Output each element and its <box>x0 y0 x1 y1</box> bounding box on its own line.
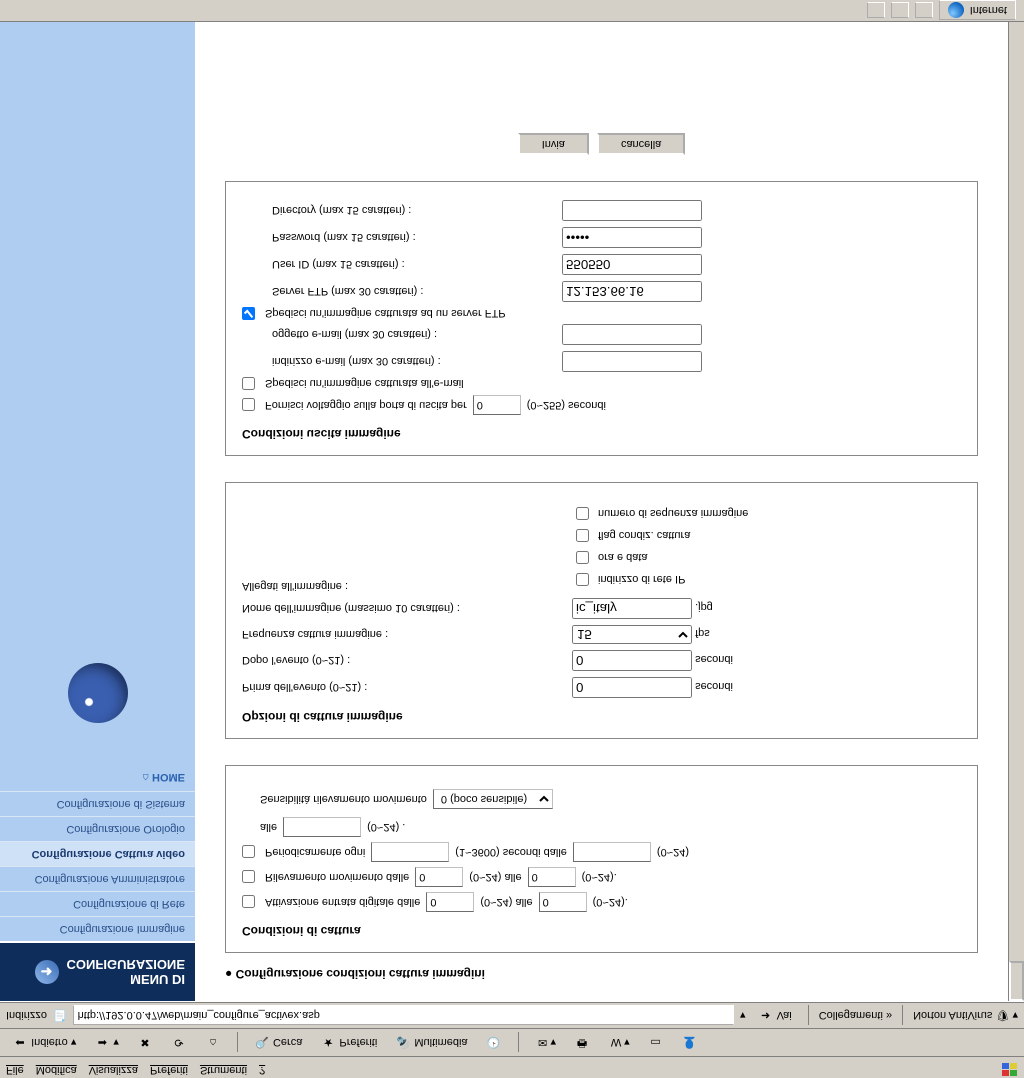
sidebar-item-capture-video[interactable]: Configurazione Cattura video <box>0 841 195 866</box>
capture-conditions-title: Condizioni di cattura <box>242 924 961 938</box>
attach-datetime-checkbox[interactable] <box>576 551 589 564</box>
status-bar: Internet <box>0 0 1024 22</box>
mail-button[interactable]: ✉▾ <box>529 1034 563 1051</box>
content: Configurazione condizioni cattura immagi… <box>195 22 1008 1001</box>
home-link[interactable]: ⌂ HOME <box>0 763 195 791</box>
home-button[interactable]: ⌂ <box>199 1035 227 1051</box>
logo-area <box>0 22 195 763</box>
scrollbar-thumb[interactable] <box>1009 961 1024 1001</box>
sidebar-header: MENU DI CONFIGURAZIONE ➜ <box>0 943 195 1001</box>
menubar: File Modifica Visualizza Preferiti Strum… <box>0 1056 1024 1078</box>
capture-options-box: Opzioni di cattura immagine Prima dell'e… <box>225 482 978 739</box>
cancel-button[interactable]: cancella <box>597 133 685 155</box>
internet-zone-icon <box>948 3 964 19</box>
menu-file[interactable]: File <box>6 1059 24 1076</box>
vertical-scrollbar[interactable] <box>1008 22 1024 1001</box>
voltage-checkbox[interactable] <box>242 399 255 412</box>
favorites-button[interactable]: ★ Preferiti <box>314 1034 383 1051</box>
sidebar-item-network[interactable]: Configurazione di Rete <box>0 891 195 916</box>
periodic-from[interactable] <box>573 842 651 862</box>
image-output-title: Condizioni uscita immagine <box>242 427 961 441</box>
history-button[interactable]: 🕑 <box>480 1034 508 1051</box>
send-email-checkbox[interactable] <box>242 377 255 390</box>
address-input[interactable] <box>73 1006 734 1026</box>
back-button[interactable]: ⬅ Indietro ▾ <box>6 1034 82 1051</box>
voltage-seconds-input[interactable] <box>473 395 521 415</box>
home-icon: ⌂ <box>142 771 149 783</box>
forward-button[interactable]: ➡ ▾ <box>88 1034 125 1051</box>
camera-logo-icon <box>68 663 128 723</box>
capture-options-title: Opzioni di cattura immagine <box>242 710 961 724</box>
digital-input-from[interactable] <box>426 892 474 912</box>
go-button[interactable]: ➜ Vai <box>752 1007 798 1024</box>
ie-page-icon: 📄 <box>53 1009 67 1022</box>
ftp-server-input[interactable] <box>562 281 702 302</box>
ftp-directory-input[interactable] <box>562 200 702 221</box>
links-label[interactable]: Collegamenti » <box>819 1010 892 1022</box>
menu-tools[interactable]: Strumenti <box>200 1059 247 1076</box>
address-label: Indirizzo <box>6 1010 47 1022</box>
menu-edit[interactable]: Modifica <box>36 1059 77 1076</box>
status-cell <box>891 3 909 19</box>
sidebar-item-admin[interactable]: Configurazione Amministratore <box>0 866 195 891</box>
digital-input-label-a: Attivazione entrata digitale dalle <box>265 896 420 908</box>
periodic-seconds[interactable] <box>371 842 449 862</box>
client-area: MENU DI CONFIGURAZIONE ➜ Configurazione … <box>0 22 1024 1002</box>
search-button[interactable]: 🔍 Cerca <box>248 1034 308 1051</box>
email-subject-input[interactable] <box>562 324 702 345</box>
media-button[interactable]: 🔊 Multimedia <box>389 1034 473 1051</box>
address-bar: Indirizzo 📄 ▾ ➜ Vai Collegamenti » Norto… <box>0 1002 1024 1028</box>
ftp-user-input[interactable] <box>562 254 702 275</box>
capture-conditions-box: Condizioni di cattura Attivazione entrat… <box>225 765 978 953</box>
digital-input-to[interactable] <box>539 892 587 912</box>
motion-to[interactable] <box>528 867 576 887</box>
page-title: Configurazione condizioni cattura immagi… <box>225 967 978 981</box>
capture-frequency-select[interactable]: 15 <box>572 625 692 644</box>
sidebar-item-clock[interactable]: Configurazione Orologio <box>0 816 195 841</box>
address-dropdown-icon[interactable]: ▾ <box>740 1009 746 1022</box>
windows-flag-icon <box>1002 1062 1018 1076</box>
toolbar: ⬅ Indietro ▾ ➡ ▾ ✖ ⟳ ⌂ 🔍 Cerca ★ Preferi… <box>0 1028 1024 1056</box>
periodic-checkbox[interactable] <box>242 846 255 859</box>
attach-seq-checkbox[interactable] <box>576 507 589 520</box>
sidebar-header-icon: ➜ <box>35 960 59 984</box>
norton-label[interactable]: Norton AntiVirus 🛡 ▾ <box>913 1009 1018 1022</box>
status-cell <box>915 3 933 19</box>
after-event-input[interactable] <box>572 650 692 671</box>
attach-flag-checkbox[interactable] <box>576 529 589 542</box>
sensitivity-select[interactable]: 0 (poco sensibile) <box>433 789 553 809</box>
messenger-button[interactable]: 👤 <box>676 1034 704 1051</box>
menu-view[interactable]: Visualizza <box>89 1059 138 1076</box>
status-zone: Internet <box>939 1 1016 21</box>
edit-button[interactable]: W▾ <box>602 1034 636 1051</box>
status-cell <box>867 3 885 19</box>
stop-button[interactable]: ✖ <box>131 1034 159 1051</box>
motion-checkbox[interactable] <box>242 871 255 884</box>
motion-from[interactable] <box>415 867 463 887</box>
image-output-box: Condizioni uscita immagine Fornisci volt… <box>225 181 978 456</box>
sidebar-item-system[interactable]: Configurazione di Sistema <box>0 791 195 816</box>
image-name-input[interactable] <box>572 598 692 619</box>
digital-input-checkbox[interactable] <box>242 896 255 909</box>
sidebar: MENU DI CONFIGURAZIONE ➜ Configurazione … <box>0 22 195 1001</box>
before-event-input[interactable] <box>572 677 692 698</box>
email-address-input[interactable] <box>562 351 702 372</box>
print-button[interactable]: 🖶 <box>568 1031 596 1054</box>
attachments-label: Allegati all'immagine : <box>242 501 562 592</box>
refresh-button[interactable]: ⟳ <box>165 1034 193 1051</box>
menu-fav[interactable]: Preferiti <box>150 1059 188 1076</box>
send-ftp-checkbox[interactable] <box>242 307 255 320</box>
attach-ip-checkbox[interactable] <box>576 573 589 586</box>
menu-help[interactable]: ? <box>259 1059 265 1076</box>
sidebar-item-image[interactable]: Configurazione Immagine <box>0 916 195 941</box>
sensitivity-label: Sensibilità rilevamento movimento <box>260 793 427 805</box>
discuss-button[interactable]: ▭ <box>642 1034 670 1051</box>
submit-button[interactable]: Invia <box>518 133 589 155</box>
periodic-to[interactable] <box>283 817 361 837</box>
ftp-password-input[interactable] <box>562 227 702 248</box>
